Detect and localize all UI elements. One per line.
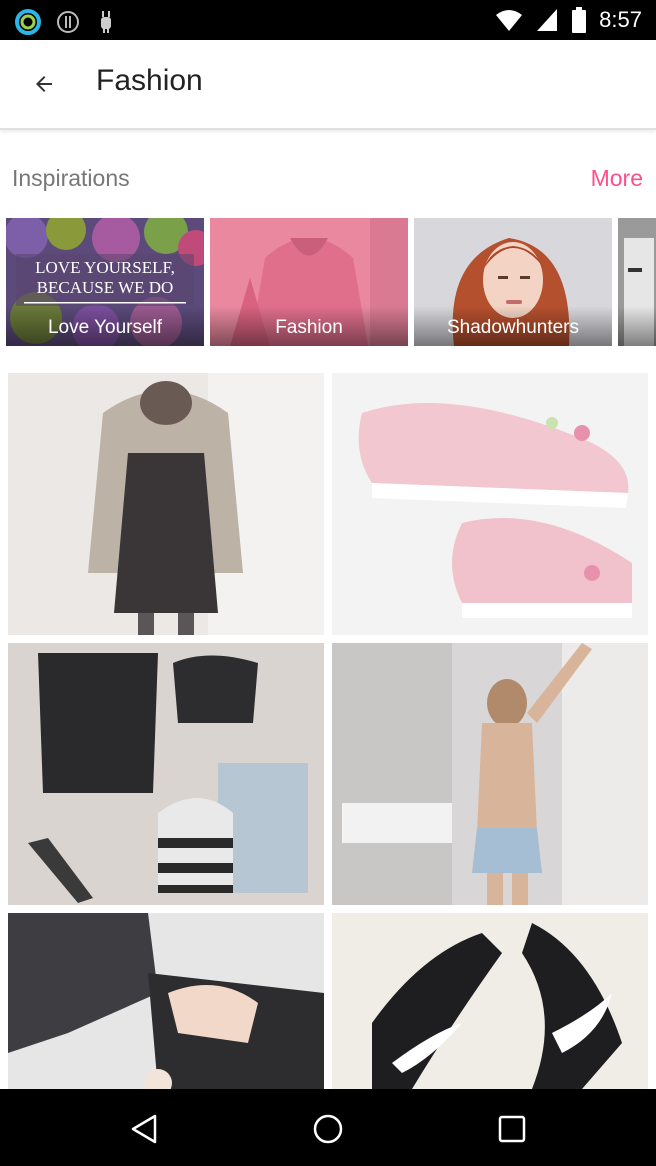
inspiration-card-shadowhunters[interactable]: Shadowhunters: [414, 218, 612, 346]
circle-home-icon: [313, 1114, 343, 1144]
back-button[interactable]: [22, 62, 66, 106]
system-nav-bar: [0, 1089, 656, 1166]
wifi-icon: [496, 10, 523, 31]
battery-icon: [572, 7, 587, 33]
denim-shorts-photo: [332, 643, 648, 905]
feed-tile-pink-sneakers[interactable]: [332, 373, 648, 635]
android-debug-icon: [101, 11, 111, 33]
clock: 8:57: [599, 7, 642, 32]
triangle-back-icon: [131, 1114, 157, 1144]
feed-tile-outfit[interactable]: [8, 373, 324, 635]
inspiration-label: Shadowhunters: [414, 306, 612, 346]
nav-home-button[interactable]: [308, 1109, 348, 1149]
inspiration-label: [618, 306, 656, 346]
page-title: Fashion: [96, 64, 203, 97]
vest-flatlay-photo: [8, 643, 324, 905]
feed-tile-denim-shorts[interactable]: [332, 643, 648, 905]
nav-recents-button[interactable]: [492, 1109, 532, 1149]
app-bar: Fashion: [0, 40, 656, 130]
arrow-left-icon: [36, 76, 52, 92]
inspiration-card-love-yourself[interactable]: LOVE YOURSELF, BECAUSE WE DO Love Yourse…: [6, 218, 204, 346]
feed-tile-ankle-boots[interactable]: [8, 913, 324, 1089]
cellular-signal-icon: [537, 9, 558, 31]
love-yourself-image-text: LOVE YOURSELF, BECAUSE WE DO: [35, 258, 175, 297]
square-recents-icon: [498, 1115, 526, 1143]
outfit-photo: [8, 373, 324, 635]
inspirations-carousel[interactable]: LOVE YOURSELF, BECAUSE WE DO Love Yourse…: [0, 218, 656, 346]
status-bar: 8:57: [0, 0, 656, 40]
inspiration-card-fashion[interactable]: Fashion: [210, 218, 408, 346]
more-link[interactable]: More: [591, 165, 643, 192]
nav-back-button[interactable]: [124, 1109, 164, 1149]
inspiration-label: Fashion: [210, 306, 408, 346]
pink-sneakers-photo: [332, 373, 648, 635]
feed-tile-vest-flatlay[interactable]: [8, 643, 324, 905]
inspiration-card-partial[interactable]: [618, 218, 656, 346]
inspiration-label: Love Yourself: [6, 306, 204, 346]
black-sneakers-photo: [332, 913, 648, 1089]
ankle-boots-photo: [8, 913, 324, 1089]
ring-app-icon: [15, 9, 41, 35]
feed-tile-black-sneakers[interactable]: [332, 913, 648, 1089]
download-status-icon: [57, 11, 79, 33]
inspirations-label: Inspirations: [12, 165, 130, 191]
